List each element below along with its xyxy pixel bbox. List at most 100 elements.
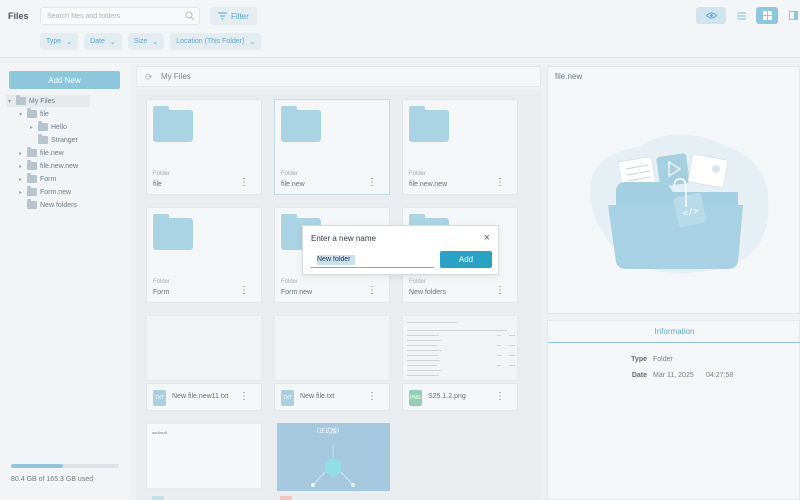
file-footer: PNG S25.1.2.png ⋮ [402,383,518,411]
tree-item-label: Form.new [40,188,72,196]
type-value: Folder [653,356,673,363]
date-label: Date [631,372,647,379]
item-kind: Folder [281,279,299,285]
grid-view-button[interactable] [756,7,778,24]
file-icon [152,496,164,500]
caret-down-icon[interactable]: ▾ [6,98,13,105]
add-new-button[interactable]: Add New [9,71,120,89]
storage-progress [11,464,119,468]
information-heading: Information [548,321,800,343]
list-view-button[interactable] [730,7,752,24]
item-kind: Folder [153,171,171,177]
search-input[interactable] [41,8,181,24]
tree-item-file-new[interactable]: ▸ file.new [17,147,64,159]
more-options-icon[interactable]: ⋮ [367,286,377,296]
tree-item-new-folders[interactable]: New folders [17,199,77,211]
app-title: Files [8,11,29,21]
time-value: 04:27:58 [706,372,734,379]
folder-icon [38,134,48,144]
folder-icon [27,173,37,183]
panel-view-button[interactable] [782,7,800,24]
more-options-icon[interactable]: ⋮ [495,178,505,188]
folder-name-input[interactable] [311,252,434,268]
close-icon[interactable]: × [484,232,490,244]
more-options-icon[interactable]: ⋮ [239,286,249,296]
chip-location[interactable]: Location (This Folder) ⌄ [170,33,262,50]
more-options-icon[interactable]: ⋮ [495,392,505,402]
list-icon [736,11,746,20]
folder-icon [281,106,321,142]
file-card[interactable]: （正式版） [274,423,390,500]
item-name: file.new.new [409,181,448,188]
file-thumbnail [146,315,262,381]
chip-label: Type [46,38,62,45]
folder-card[interactable]: Folder file.new.new ⋮ [402,99,518,195]
search-box[interactable] [40,7,200,25]
tree-item-label: My Files [29,97,56,105]
txt-file-icon: TXT [281,390,294,406]
folder-icon [27,108,37,118]
caret-down-icon[interactable]: ▾ [17,111,24,118]
search-icon[interactable] [185,11,195,21]
add-button[interactable]: Add [440,251,492,268]
caret-right-icon[interactable]: ▸ [17,163,24,170]
rename-dialog: Enter a new name × Add [302,225,499,275]
caret-right-icon[interactable]: ▸ [17,176,24,183]
tree-item-label: file.new.new [40,162,79,170]
folder-icon [27,147,37,157]
tree-item-hello[interactable]: ▸ Hello [28,121,67,133]
panel-icon [788,11,798,20]
thumbnail-text: asdfasdf [152,430,168,435]
folder-icon [409,106,449,142]
chip-date[interactable]: Date ⌄ [84,33,122,50]
tree-item-file-new-new[interactable]: ▸ file.new.new [17,160,78,172]
chevron-down-icon: ⌄ [152,38,159,46]
thumbnail-banner: （正式版） [313,429,344,435]
folder-icon [27,160,37,170]
filter-icon [218,12,227,20]
item-kind: Folder [409,171,427,177]
chip-label: Date [90,38,105,45]
breadcrumb: My Files [161,72,191,81]
storage-progress-fill [11,464,64,468]
tree-item-my-files[interactable]: ▾ My Files [6,95,90,107]
preview-toggle-button[interactable] [696,7,726,24]
tree-item-form-new[interactable]: ▸ Form.new [17,186,71,198]
tree-item-stranger[interactable]: Stranger [28,134,78,146]
caret-right-icon[interactable]: ▸ [17,189,24,196]
tree-item-label: New folders [40,201,77,209]
filter-button[interactable]: Filter [210,7,257,25]
more-options-icon[interactable]: ⋮ [367,392,377,402]
folder-card[interactable]: Folder file ⋮ [146,99,262,195]
more-options-icon[interactable]: ⋮ [495,286,505,296]
tree-item-form[interactable]: ▸ Form [17,173,56,185]
item-name: S25.1.2.png [428,393,466,400]
chip-label: Size [133,38,148,45]
tree-item-label: Form [40,175,57,183]
file-card[interactable]: TXT New file.txt ⋮ [274,315,390,411]
folder-illustration: </> [590,134,769,274]
folder-card[interactable]: Folder file.new ⋮ [274,99,390,195]
chevron-down-icon: ⌄ [66,38,73,46]
file-footer: TXT New file.new11.txt ⋮ [146,383,262,411]
tree-item-file[interactable]: ▾ file [17,108,49,120]
filter-label: Filter [231,11,249,21]
file-icon [280,496,292,500]
caret-right-icon[interactable]: ▸ [17,150,24,157]
folder-icon [153,214,193,250]
breadcrumb-bar: ⟳ My Files [136,66,541,87]
folder-icon [16,95,26,105]
file-card[interactable]: asdfasdf [146,423,262,500]
more-options-icon[interactable]: ⋮ [239,392,249,402]
folder-card[interactable]: Folder Form ⋮ [146,207,262,303]
file-card[interactable]: PNG S25.1.2.png ⋮ [402,315,518,411]
folder-icon [27,199,37,209]
refresh-icon[interactable]: ⟳ [145,72,153,83]
caret-right-icon[interactable]: ▸ [28,124,35,131]
more-options-icon[interactable]: ⋮ [239,178,249,188]
tree-item-label: file.new [40,149,64,157]
more-options-icon[interactable]: ⋮ [367,178,377,188]
chip-size[interactable]: Size ⌄ [127,33,165,50]
file-card[interactable]: TXT New file.new11.txt ⋮ [146,315,262,411]
chip-type[interactable]: Type ⌄ [40,33,79,50]
